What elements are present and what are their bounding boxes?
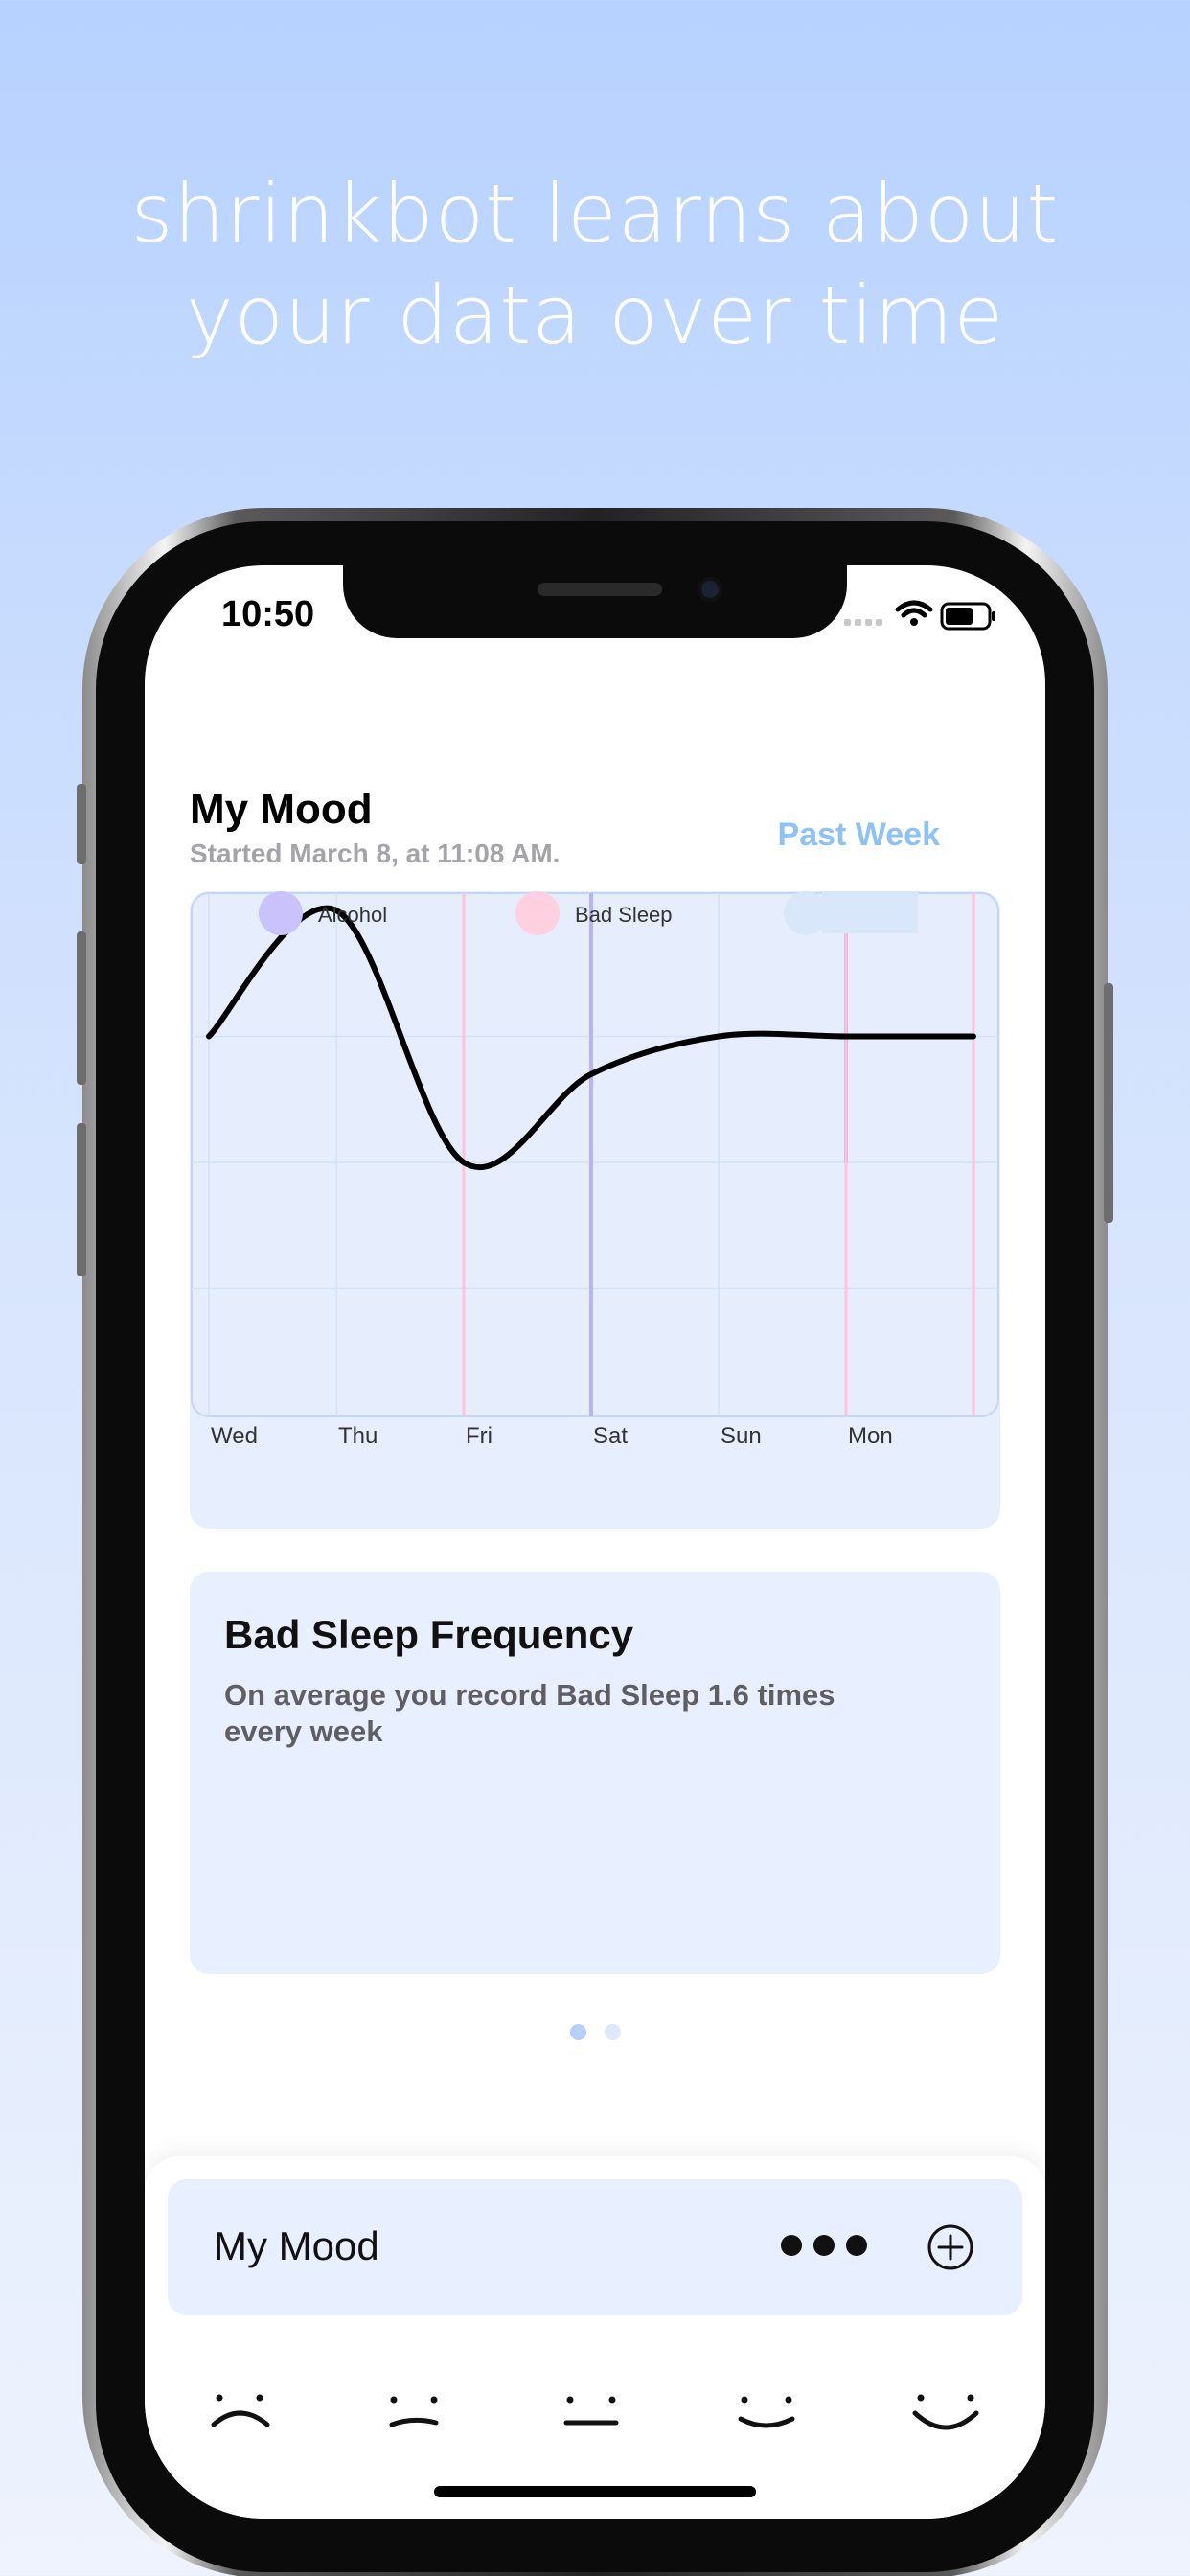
insight-title: Bad Sleep Frequency	[224, 1612, 634, 1657]
ellipsis-icon[interactable]	[781, 2221, 867, 2269]
x-tick-label: Fri	[466, 1423, 492, 1449]
legend-label: Alcohol	[318, 903, 388, 927]
insight-card[interactable]: Bad Sleep Frequency On average you recor…	[190, 1572, 1000, 1974]
volume-up-button	[77, 932, 86, 1085]
x-tick-label: Sat	[593, 1423, 629, 1449]
time-range-button[interactable]: Past Week	[778, 816, 940, 854]
legend-label: Bad Sleep	[575, 903, 673, 927]
neutral-face-icon[interactable]	[557, 2386, 633, 2444]
sad-face-icon[interactable]	[382, 2386, 459, 2444]
power-button	[1104, 983, 1113, 1223]
headline-line-1: shrinkbot learns about	[130, 167, 1060, 261]
page-dot[interactable]	[605, 2024, 621, 2040]
battery-icon	[940, 602, 995, 631]
home-indicator[interactable]	[434, 2486, 756, 2497]
plus-circle-icon[interactable]	[927, 2223, 974, 2271]
legend-swatch	[259, 891, 303, 935]
insight-body: On average you record Bad Sleep 1.6 time…	[224, 1678, 835, 1748]
status-icons	[836, 594, 999, 632]
volume-down-button	[77, 1123, 86, 1276]
signal-dots-icon	[844, 619, 882, 626]
happy-face-icon[interactable]	[733, 2386, 810, 2444]
mood-chart	[191, 892, 999, 1417]
tracker-selector-label: My Mood	[214, 2223, 379, 2268]
mute-switch	[77, 784, 86, 864]
phone-screen: 10:50 My Mood Started March 8, at 11:08 …	[145, 565, 1045, 2518]
page-subtitle: Started March 8, at 11:08 AM.	[190, 839, 561, 868]
headline-line-2: your data over time	[185, 268, 1005, 362]
x-tick-label: Sun	[721, 1423, 762, 1449]
x-tick-label: Wed	[211, 1423, 258, 1449]
very-sad-face-icon[interactable]	[204, 2386, 281, 2444]
legend-label-placeholder	[822, 891, 918, 933]
page-title: My Mood	[190, 786, 373, 833]
very-happy-face-icon[interactable]	[911, 2386, 988, 2444]
x-tick-label: Mon	[848, 1423, 893, 1449]
front-camera	[698, 577, 722, 602]
mood-chart-card: Wed Thu Fri Sat Sun Mon Alcohol Bad Sleep	[190, 891, 1000, 1529]
status-time: 10:50	[221, 594, 315, 634]
promo-headline: shrinkbot learns about your data over ti…	[0, 163, 1190, 366]
tracker-selector[interactable]: My Mood	[168, 2179, 1022, 2315]
plot-area	[191, 892, 999, 1417]
wifi-icon	[895, 600, 933, 626]
x-tick-label: Thu	[338, 1423, 378, 1449]
notch	[343, 565, 847, 638]
legend-swatch	[515, 891, 560, 935]
speaker-grille	[538, 583, 662, 596]
page-dot[interactable]	[570, 2024, 586, 2040]
